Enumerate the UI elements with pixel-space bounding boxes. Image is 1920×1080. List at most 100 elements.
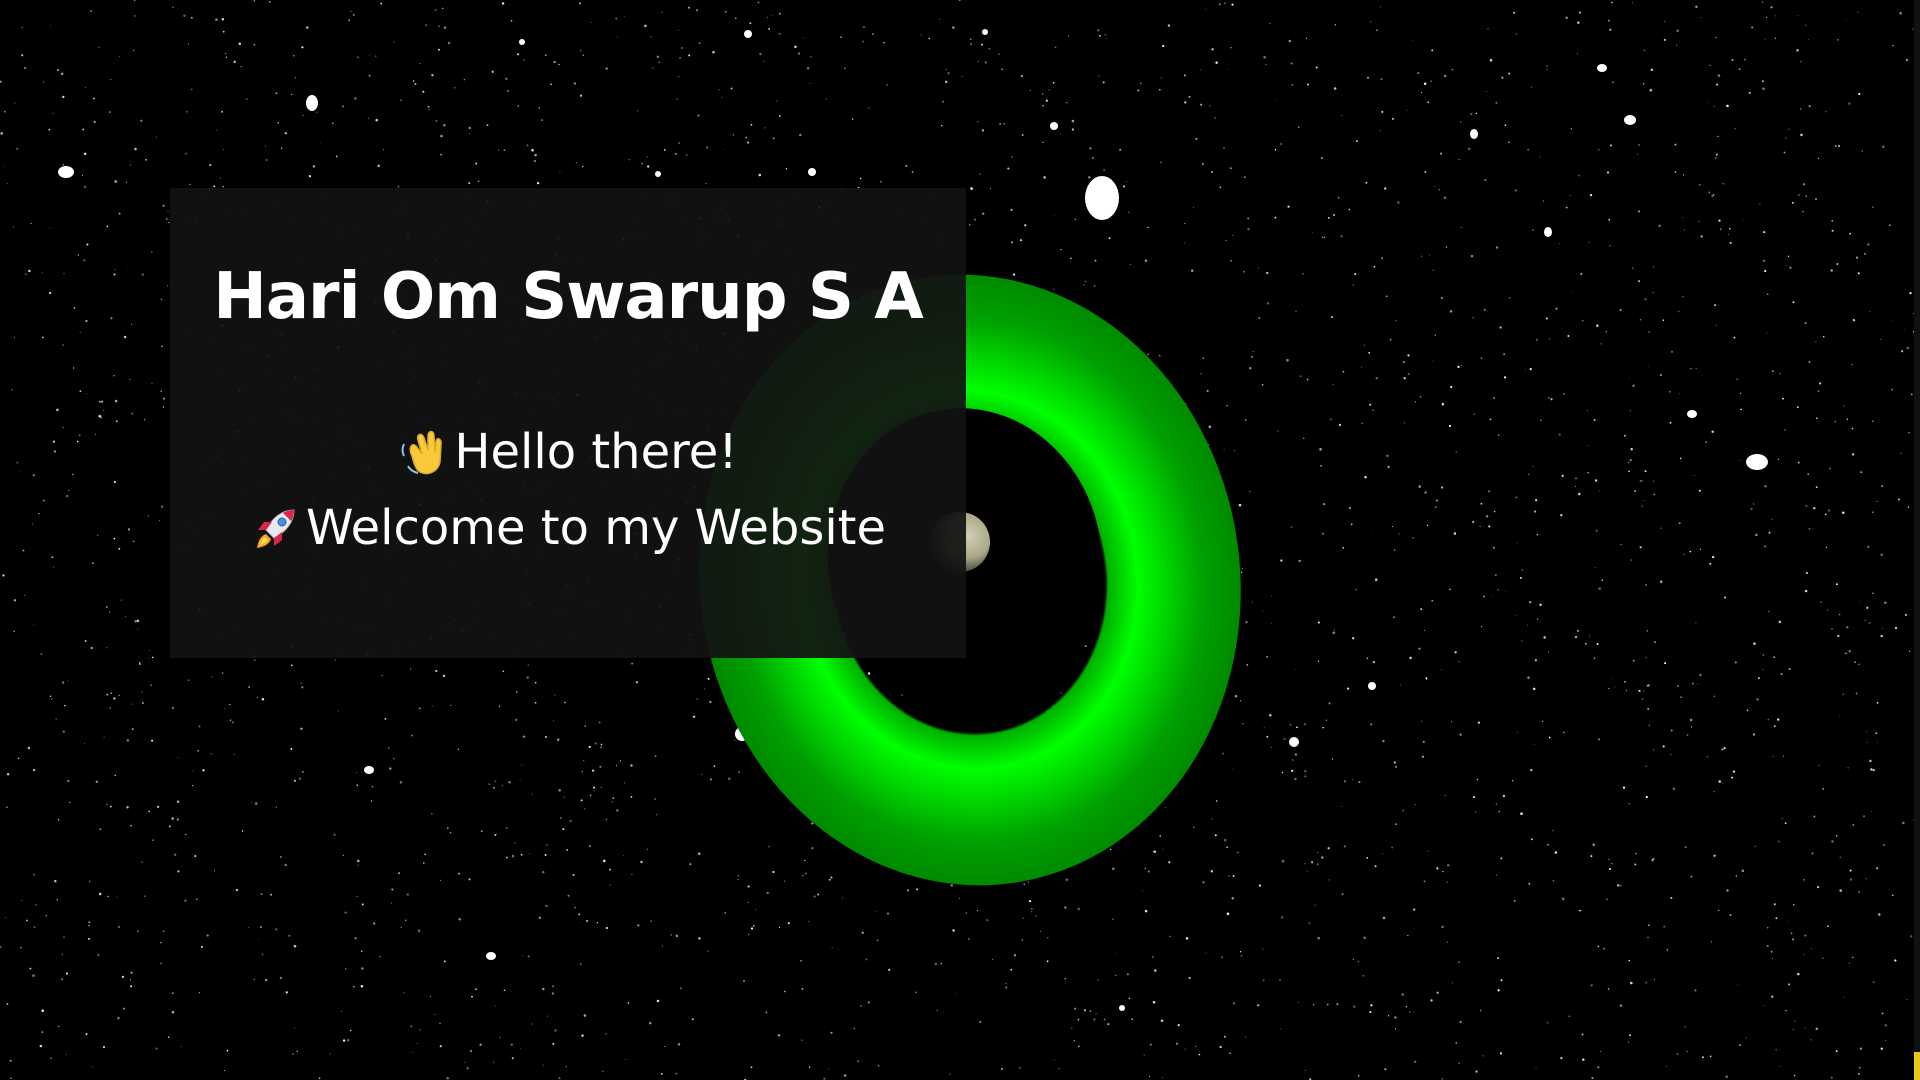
star [1609, 144, 1613, 147]
star [1680, 696, 1682, 698]
star [62, 427, 64, 429]
star [1432, 269, 1434, 271]
star [186, 111, 188, 113]
star [1443, 196, 1446, 199]
star [1294, 777, 1297, 781]
star [1329, 418, 1332, 421]
star [53, 566, 55, 568]
star [1129, 263, 1132, 265]
star [215, 18, 218, 21]
star [1039, 930, 1042, 933]
star [1083, 1009, 1087, 1012]
star [749, 22, 752, 25]
star [1103, 1018, 1106, 1021]
star [730, 87, 733, 90]
star [1498, 811, 1500, 813]
star [1395, 765, 1397, 768]
star [345, 968, 347, 970]
star [1519, 576, 1522, 579]
star [1366, 856, 1369, 859]
star [1609, 28, 1612, 31]
star [1639, 546, 1642, 549]
star [1561, 474, 1564, 477]
star [32, 768, 36, 772]
star [119, 56, 120, 57]
star [1628, 959, 1631, 962]
star [1593, 418, 1596, 422]
star [1369, 403, 1372, 406]
star [1863, 252, 1867, 255]
star [1715, 157, 1717, 159]
star [1395, 319, 1397, 322]
star [1534, 659, 1538, 662]
star [1797, 972, 1800, 976]
star [1545, 317, 1548, 320]
star [87, 937, 90, 940]
star [1312, 232, 1314, 234]
star [1421, 755, 1425, 758]
star [1164, 807, 1166, 809]
scrollbar-track[interactable] [1914, 0, 1920, 1080]
star [650, 920, 652, 922]
star [843, 1074, 847, 1077]
star [598, 721, 601, 724]
star [1871, 811, 1873, 813]
star [33, 624, 35, 626]
star [1492, 546, 1495, 549]
star [507, 90, 509, 92]
star [1089, 1010, 1092, 1012]
star [1414, 804, 1416, 806]
star [1859, 1047, 1863, 1050]
star [1475, 112, 1478, 115]
star [81, 174, 84, 176]
star [1479, 1009, 1482, 1012]
star [1071, 119, 1075, 123]
star [611, 800, 614, 803]
star [400, 926, 403, 929]
bright-star [306, 95, 318, 111]
star [300, 682, 302, 684]
star [134, 620, 137, 623]
star [439, 879, 441, 881]
star [63, 704, 66, 707]
star [552, 985, 555, 988]
star [1266, 655, 1269, 658]
star [1715, 36, 1717, 39]
star [1910, 935, 1913, 938]
star [1773, 903, 1776, 906]
star [1684, 229, 1686, 231]
star [580, 799, 583, 802]
bright-star [1050, 122, 1058, 130]
star [1888, 224, 1891, 227]
scrollbar-thumb[interactable] [1914, 1052, 1920, 1080]
star [1839, 856, 1841, 858]
star [1211, 171, 1213, 173]
star [1338, 423, 1342, 427]
star [1333, 629, 1336, 631]
star [1226, 404, 1228, 407]
star [1548, 337, 1551, 340]
star [1184, 1048, 1186, 1050]
star [990, 188, 992, 189]
star [1126, 973, 1129, 976]
star [1244, 176, 1246, 178]
star [1731, 776, 1734, 779]
star [1393, 761, 1396, 764]
star [1752, 733, 1755, 736]
star [875, 910, 877, 912]
star [246, 98, 248, 100]
star [439, 1045, 442, 1048]
star [1177, 1023, 1180, 1027]
star [1596, 324, 1599, 327]
star [1084, 280, 1087, 283]
star [118, 547, 121, 550]
star [1878, 913, 1881, 916]
star [1858, 891, 1860, 893]
star [1880, 485, 1884, 488]
star [1528, 600, 1532, 604]
star [1109, 848, 1112, 851]
star [1784, 429, 1786, 431]
star [1035, 915, 1037, 917]
star [1648, 331, 1650, 333]
star [1210, 870, 1214, 873]
